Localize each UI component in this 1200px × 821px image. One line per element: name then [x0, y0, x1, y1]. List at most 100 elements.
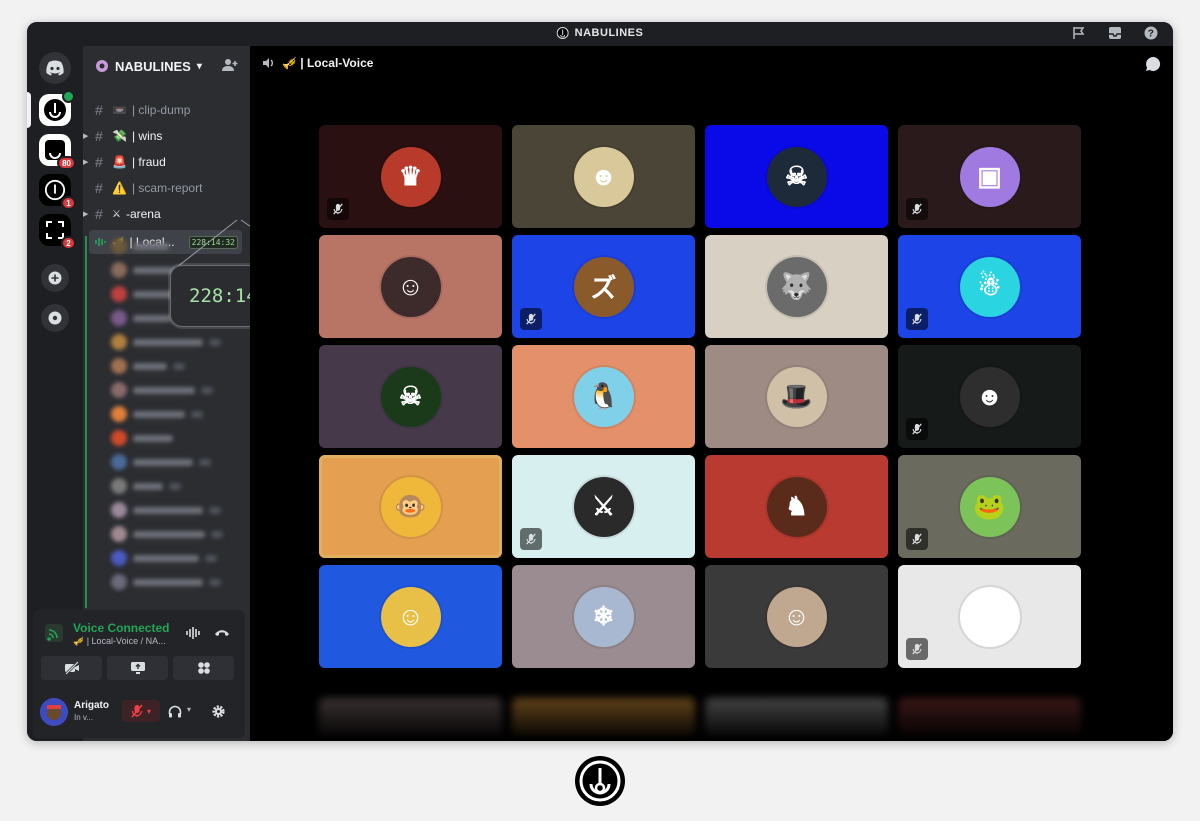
chevron-down-icon[interactable]: ▾ [147, 707, 151, 716]
voice-member[interactable] [111, 475, 241, 497]
voice-member[interactable] [111, 427, 241, 449]
add-server-button[interactable] [41, 264, 69, 292]
mic-muted-icon [906, 528, 928, 550]
mic-muted-icon [906, 418, 928, 440]
participant-avatar: ☺ [959, 586, 1020, 647]
voice-status[interactable]: Voice Connected [73, 621, 169, 635]
voice-channel-path[interactable]: 🎺 | Local-Voice / NA... [73, 636, 166, 647]
channel-emoji: 📼 [112, 103, 127, 117]
settings-gear-icon[interactable] [211, 704, 226, 719]
inbox-icon[interactable] [1107, 25, 1123, 41]
chevron-down-icon[interactable]: ▾ [187, 705, 191, 714]
participant-avatar: 🐸 [959, 476, 1020, 537]
activities-icon [197, 662, 210, 674]
channel-fraud[interactable]: ▶ # 🚨 | fraud [83, 150, 242, 174]
voice-member[interactable] [111, 355, 241, 377]
hash-icon: # [95, 180, 103, 196]
connection-signal-icon [45, 624, 63, 642]
voice-member[interactable] [111, 331, 241, 353]
channel-label: -arena [125, 207, 161, 221]
screen-share-icon [130, 662, 145, 674]
mute-button[interactable]: ▾ [122, 700, 160, 722]
channel-wins[interactable]: ▶ # 💸 | wins [83, 124, 242, 148]
participant-tile[interactable]: ▣ [898, 125, 1081, 228]
mic-muted-icon [906, 638, 928, 660]
server-3[interactable]: 1 [39, 174, 76, 210]
avatar[interactable] [40, 698, 68, 726]
discord-home-button[interactable] [39, 52, 71, 84]
nabulines-logo-icon [556, 27, 569, 39]
participant-avatar: 🐺 [766, 256, 827, 317]
username: Arigato [74, 700, 109, 711]
participant-tile[interactable]: ⚔ [512, 455, 695, 558]
channel-label: | fraud [131, 155, 166, 169]
participant-tile[interactable]: ☻ [898, 345, 1081, 448]
channel-label: | scam-report [131, 181, 203, 195]
voice-member[interactable] [111, 523, 241, 545]
server-nabulines[interactable] [27, 90, 75, 128]
scan-icon [46, 221, 64, 239]
participant-tile[interactable]: ☺ [319, 565, 502, 668]
participant-avatar: ▣ [959, 146, 1020, 207]
voice-panel: Voice Connected 🎺 | Local-Voice / NA... … [33, 610, 245, 738]
activities-button[interactable] [173, 656, 234, 680]
voice-member[interactable] [111, 571, 241, 593]
camera-button[interactable] [41, 656, 102, 680]
participant-tile[interactable]: ♛ [319, 125, 502, 228]
channel-scam-report[interactable]: # ⚠️ | scam-report [89, 176, 242, 200]
collapse-arrow-icon: ▶ [83, 211, 89, 218]
participant-avatar: 🎩 [766, 366, 827, 427]
participant-tile[interactable]: ズ [512, 235, 695, 338]
flag-icon[interactable] [1071, 25, 1087, 41]
voice-member[interactable] [111, 403, 241, 425]
mic-muted-icon [520, 308, 542, 330]
mic-muted-icon [131, 704, 143, 718]
user-status: In v... [74, 713, 93, 722]
channel-clip-dump[interactable]: # 📼 | clip-dump [89, 98, 242, 122]
participant-tile[interactable]: ☃ [898, 235, 1081, 338]
voice-member[interactable] [111, 451, 241, 473]
add-member-icon[interactable] [222, 58, 238, 72]
window-title: NABULINES [574, 27, 644, 39]
participant-tile[interactable]: 🐺 [705, 235, 888, 338]
participant-tile[interactable]: ♞ [705, 455, 888, 558]
discover-button[interactable] [41, 304, 69, 332]
participant-tile[interactable]: 🐧 [512, 345, 695, 448]
voice-stage: 🎺 | Local-Voice ♛ ☻ ☠ ▣ ☺ ズ 🐺 ☃ ☠ 🐧 🎩 ☻ 🐵 ⚔ ♞ 🐸 ☺ ❄ ☺ ☺ [250, 46, 1173, 741]
hash-icon: # [95, 154, 103, 170]
participant-tile[interactable]: ❄ [512, 565, 695, 668]
participant-tile[interactable]: ☺ [898, 565, 1081, 668]
server-4[interactable]: 2 [39, 214, 76, 250]
screen-share-button[interactable] [107, 656, 168, 680]
server-2[interactable]: 80 [39, 134, 76, 170]
participant-tile[interactable]: ☺ [319, 235, 502, 338]
chevron-down-icon: ▾ [196, 60, 202, 72]
disconnect-icon[interactable] [214, 627, 230, 639]
noise-suppression-icon[interactable] [185, 626, 201, 640]
participant-tile[interactable]: 🎩 [705, 345, 888, 448]
plus-icon [48, 271, 62, 285]
channel-emoji: 🚨 [112, 155, 127, 169]
guild-icon [96, 60, 108, 72]
participant-tile[interactable]: 🐸 [898, 455, 1081, 558]
voice-active-icon [62, 90, 75, 103]
voice-member[interactable] [111, 547, 241, 569]
brand-logo-icon [575, 756, 625, 806]
chat-bubble-icon[interactable] [1145, 56, 1161, 72]
participant-avatar: ♞ [766, 476, 827, 537]
user-panel: Arigato In v... ▾ ▾ [40, 696, 240, 730]
help-icon[interactable]: ? [1143, 25, 1159, 41]
channel-emoji: ⚔ [112, 208, 121, 220]
participant-tile[interactable]: ☠ [705, 125, 888, 228]
collapse-arrow-icon: ▶ [83, 159, 89, 166]
guild-header[interactable]: NABULINES ▾ [83, 46, 250, 86]
participant-tile[interactable]: ☺ [705, 565, 888, 668]
participant-avatar: ☠ [766, 146, 827, 207]
participant-avatar: ❄ [573, 586, 634, 647]
participant-tile[interactable]: 🐵 [319, 455, 502, 558]
participant-tile[interactable]: ☻ [512, 125, 695, 228]
voice-member[interactable] [111, 499, 241, 521]
participant-tile[interactable]: ☠ [319, 345, 502, 448]
headphones-icon[interactable] [168, 705, 182, 718]
voice-member[interactable] [111, 379, 241, 401]
